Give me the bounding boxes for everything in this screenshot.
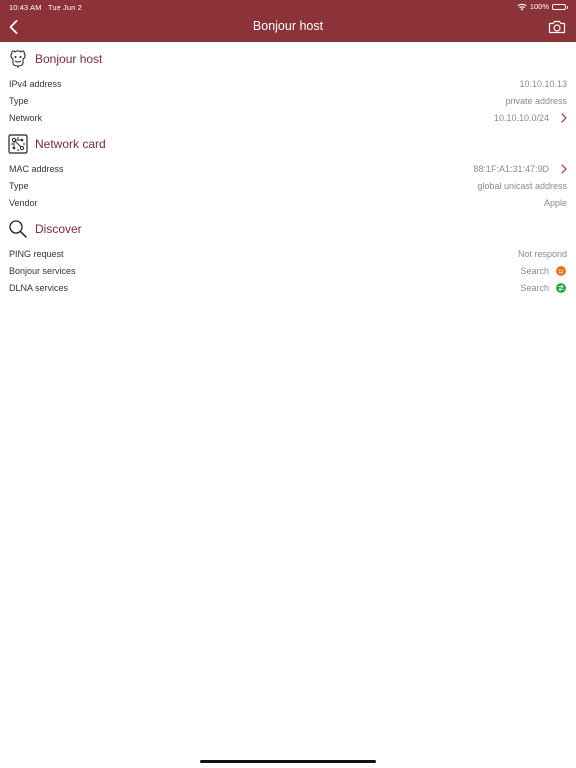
row-value: 10.10.10.0/24	[493, 113, 549, 123]
page-title: Bonjour host	[252, 19, 324, 33]
status-date-text: Tue Jun 2	[47, 3, 82, 12]
row-value: Search	[520, 283, 549, 293]
wifi-icon	[517, 3, 527, 10]
row-ipv4-address: IPv4 address 10.10.10.13	[0, 76, 576, 93]
chevron-right-icon	[561, 164, 567, 174]
row-bonjour-services[interactable]: Bonjour services Search	[0, 263, 576, 280]
status-indicators: 100%	[517, 2, 568, 11]
row-label: IPv4 address	[9, 79, 62, 89]
row-network[interactable]: Network 10.10.10.0/24	[0, 110, 576, 127]
row-value: Not respond	[517, 249, 567, 259]
section-bonjour-host: Bonjour host	[0, 42, 576, 76]
battery-percent: 100%	[529, 2, 549, 11]
row-label: Bonjour services	[9, 266, 76, 276]
row-value: Search	[520, 266, 549, 276]
battery-icon	[552, 3, 568, 10]
network-card-icon	[8, 134, 28, 154]
row-dlna-services[interactable]: DLNA services Search	[0, 280, 576, 297]
row-value: private address	[505, 96, 567, 106]
section-network-card: Network card	[0, 127, 576, 161]
row-value: Apple	[543, 198, 567, 208]
row-label: PING request	[9, 249, 64, 259]
section-title-bonjour: Bonjour host	[35, 52, 103, 66]
row-label: Type	[9, 181, 29, 191]
camera-button[interactable]	[548, 19, 566, 35]
row-vendor: Vendor Apple	[0, 195, 576, 212]
row-mac-address[interactable]: MAC address 88:1F:A1:31:47:9D	[0, 161, 576, 178]
row-value: global unicast address	[477, 181, 567, 191]
section-discover: Discover	[0, 212, 576, 246]
camera-icon	[548, 20, 566, 34]
status-time-text: 10:43 AM	[9, 3, 42, 12]
row-ping-request: PING request Not respond	[0, 246, 576, 263]
row-address-type: Type private address	[0, 93, 576, 110]
section-title-discover: Discover	[35, 222, 82, 236]
search-icon	[9, 220, 27, 238]
bonjour-icon	[10, 50, 26, 68]
bonjour-badge-icon	[556, 266, 566, 276]
row-label: Network	[9, 113, 43, 123]
row-label: DLNA services	[9, 283, 69, 293]
row-value: 10.10.10.13	[519, 79, 567, 89]
navigation-bar: 10:43 AM Tue Jun 2 100% Bonjour host	[0, 0, 576, 42]
home-indicator[interactable]	[200, 760, 376, 763]
row-label: MAC address	[9, 164, 64, 174]
status-time: 10:43 AM Tue Jun 2	[9, 3, 82, 12]
row-label: Type	[9, 96, 29, 106]
dlna-badge-icon	[556, 283, 566, 293]
chevron-right-icon	[561, 113, 567, 123]
row-value: 88:1F:A1:31:47:9D	[473, 164, 549, 174]
row-mac-type: Type global unicast address	[0, 178, 576, 195]
host-details: Bonjour host IPv4 address 10.10.10.13 Ty…	[0, 42, 576, 297]
section-title-network-card: Network card	[35, 137, 106, 151]
row-label: Vendor	[9, 198, 38, 208]
